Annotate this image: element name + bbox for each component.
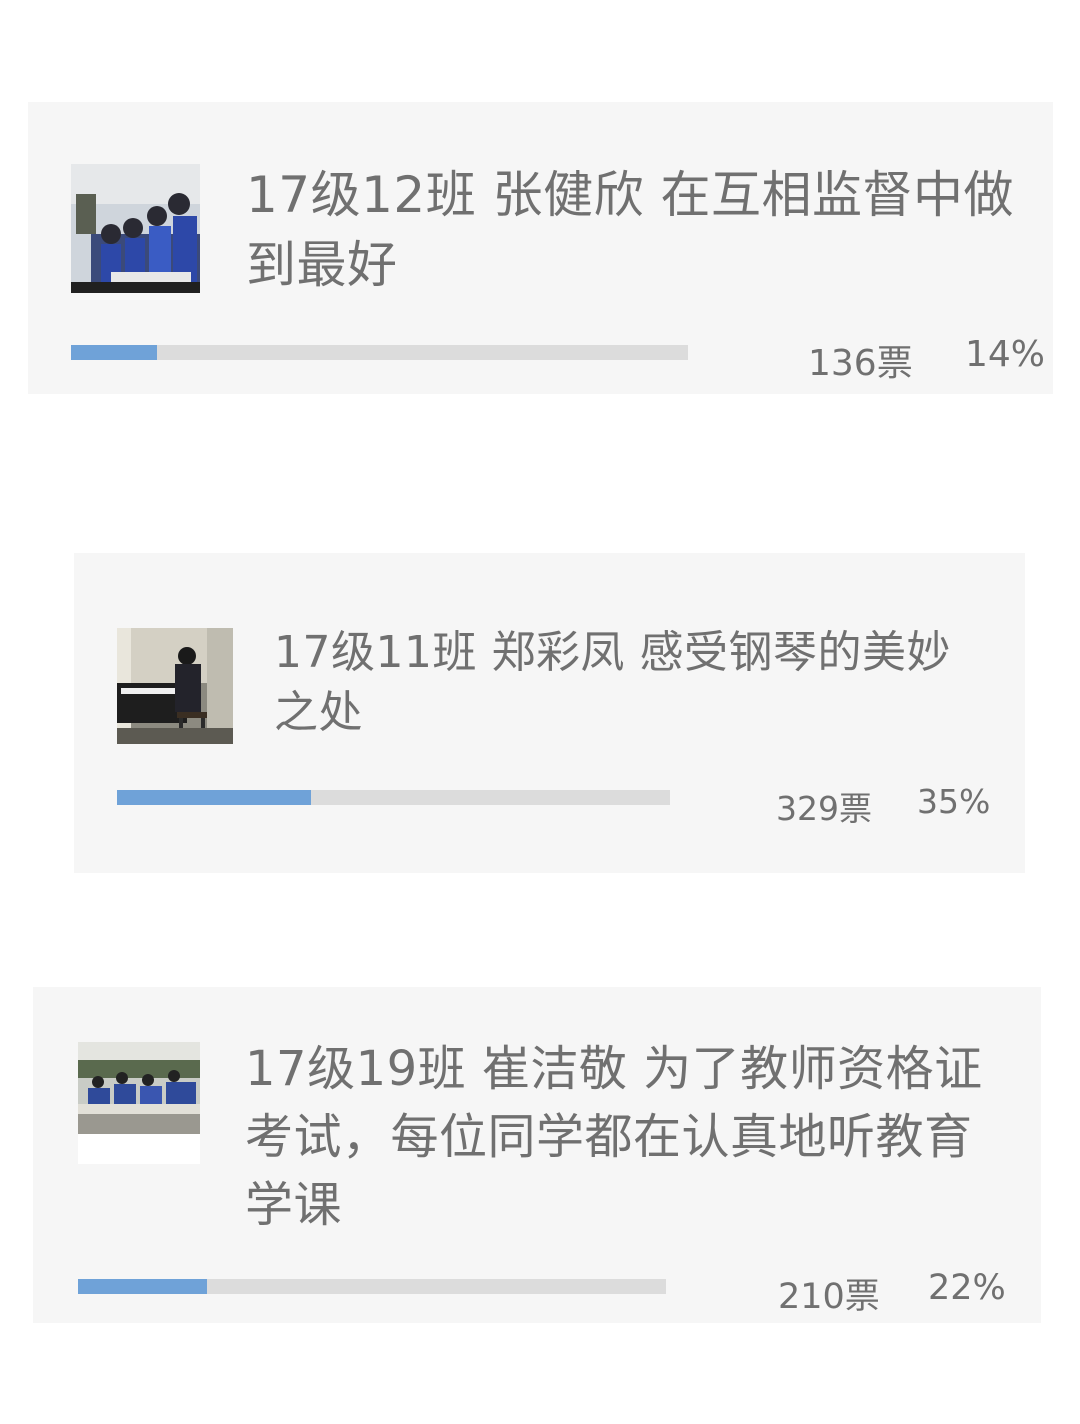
entry-thumbnail[interactable] (78, 1042, 200, 1164)
vote-progress-fill (71, 345, 158, 360)
classroom-photo-image (78, 1042, 200, 1164)
entry-thumbnail[interactable] (117, 628, 233, 744)
vote-entry-card[interactable]: 17级12班 张健欣 在互相监督中做到最好 136票 14% (28, 102, 1053, 394)
entry-title: 17级19班 崔洁敬 为了教师资格证考试，每位同学都在认真地听教育学课 (245, 1041, 983, 1233)
vote-entry-card[interactable]: 17级11班 郑彩凤 感受钢琴的美妙之处 329票 35% (74, 553, 1025, 873)
vote-percent: 22% (928, 1268, 1006, 1308)
students-photo-image (71, 164, 200, 293)
vote-percent: 14% (965, 334, 1046, 375)
vote-count: 210票 (778, 1277, 880, 1317)
entry-title: 17级11班 郑彩凤 感受钢琴的美妙之处 (274, 627, 951, 738)
vote-progress-fill (78, 1279, 208, 1294)
vote-percent: 35% (917, 782, 991, 821)
vote-progress-fill (117, 790, 311, 805)
entry-title: 17级12班 张健欣 在互相监督中做到最好 (246, 166, 1015, 294)
piano-photo-image (117, 628, 233, 744)
vote-progress-bar (78, 1279, 666, 1294)
vote-progress-bar (71, 345, 688, 360)
vote-count: 329票 (776, 789, 872, 828)
entry-thumbnail[interactable] (71, 164, 200, 293)
vote-count: 136票 (808, 343, 913, 384)
vote-progress-bar (117, 790, 670, 805)
vote-entry-card[interactable]: 17级19班 崔洁敬 为了教师资格证考试，每位同学都在认真地听教育学课 210票… (33, 987, 1041, 1323)
